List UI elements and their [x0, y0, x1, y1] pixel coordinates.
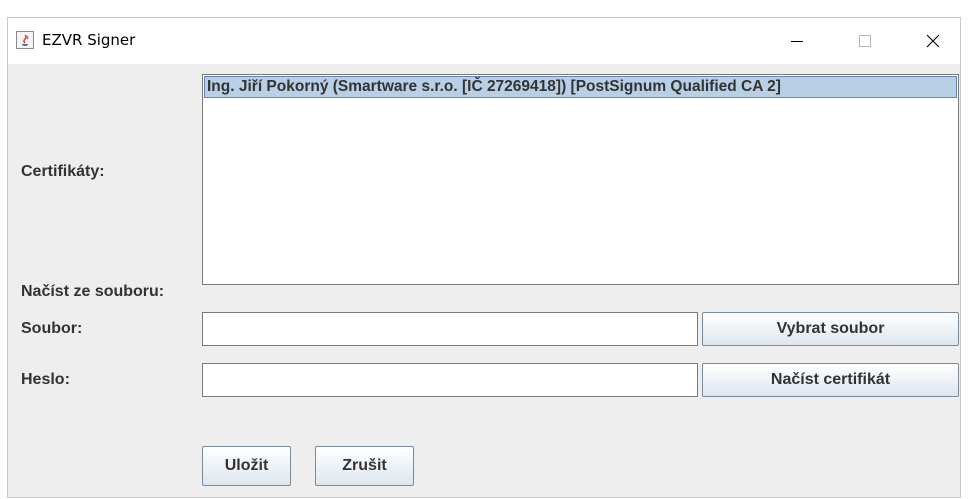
signer-window: EZVR Signer Certifikáty: Ing. Jiří Pokor… [7, 17, 961, 498]
title-bar[interactable]: EZVR Signer [8, 18, 960, 64]
close-button[interactable] [910, 18, 956, 64]
minimize-icon [791, 41, 803, 42]
java-cup-icon [16, 31, 34, 49]
certificate-list[interactable]: Ing. Jiří Pokorný (Smartware s.r.o. [IČ … [202, 74, 959, 285]
load-from-file-label: Načíst ze souboru: [21, 283, 165, 300]
maximize-button[interactable] [842, 18, 888, 64]
window-title: EZVR Signer [42, 31, 136, 49]
file-input[interactable] [202, 312, 698, 346]
load-certificate-button[interactable]: Načíst certifikát [702, 363, 959, 397]
certificates-label: Certifikáty: [21, 163, 105, 180]
password-label: Heslo: [21, 371, 70, 388]
password-input[interactable] [202, 363, 698, 397]
file-label: Soubor: [21, 320, 83, 337]
choose-file-button[interactable]: Vybrat soubor [702, 312, 959, 346]
close-icon [926, 34, 940, 48]
maximize-icon [859, 35, 871, 47]
certificate-list-item[interactable]: Ing. Jiří Pokorný (Smartware s.r.o. [IČ … [204, 76, 957, 98]
cancel-button[interactable]: Zrušit [315, 446, 414, 486]
minimize-button[interactable] [774, 18, 820, 64]
save-button[interactable]: Uložit [202, 446, 291, 486]
